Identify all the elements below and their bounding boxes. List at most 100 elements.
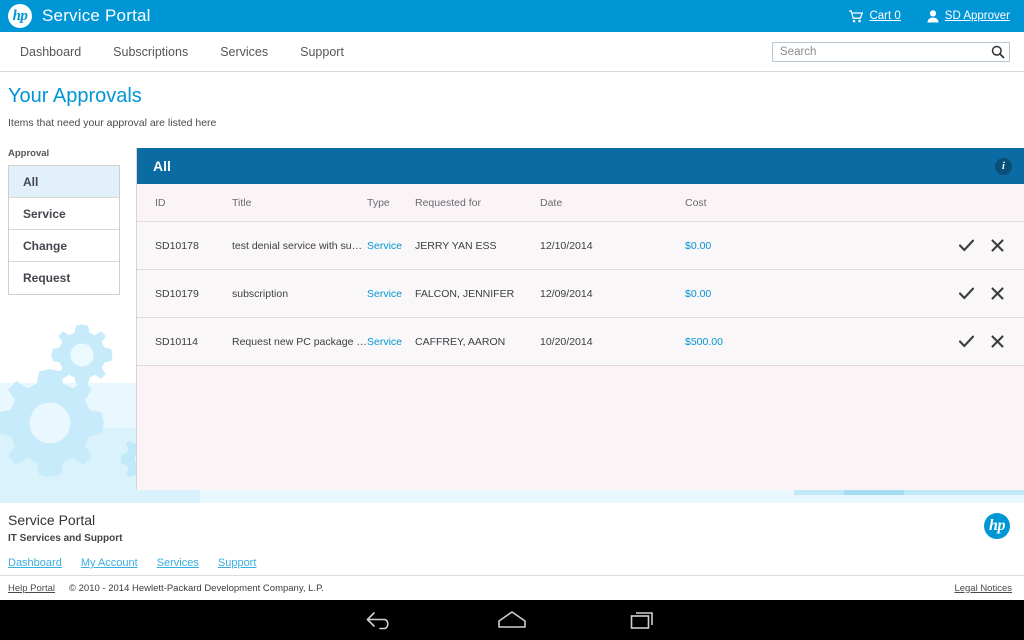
cell-requested-for: FALCON, JENNIFER [415, 269, 540, 318]
cell-id: SD10178 [137, 221, 232, 270]
type-link[interactable]: Service [367, 288, 402, 300]
search-icon[interactable] [991, 45, 1005, 59]
approvals-table: ID Title Type Requested for Date Cost SD… [137, 184, 1024, 366]
sidebar-label: Approval [8, 148, 50, 159]
check-icon[interactable] [959, 335, 975, 348]
approvals-panel: All i ID Title Type Requested for Date C… [136, 148, 1024, 490]
table-row[interactable]: SD10179 subscription Service FALCON, JEN… [137, 269, 1024, 318]
approval-sidebar: Approval All Service Change Request [8, 148, 120, 295]
sidebar-item-all[interactable]: All [9, 166, 119, 198]
cell-type[interactable]: Service [367, 269, 415, 318]
footer-main: Service Portal IT Services and Support D… [0, 503, 1024, 575]
cell-actions [865, 221, 1024, 270]
cost-link[interactable]: $500.00 [685, 336, 723, 348]
user-icon [927, 9, 939, 22]
column-header-type[interactable]: Type [367, 184, 415, 222]
cell-cost[interactable]: $500.00 [685, 317, 865, 366]
help-portal-link[interactable]: Help Portal [8, 583, 55, 594]
legal-notices-link[interactable]: Legal Notices [954, 583, 1012, 594]
shopping-cart-icon [849, 9, 864, 22]
table-row[interactable]: SD10114 Request new PC package for... Se… [137, 317, 1024, 366]
close-icon[interactable] [991, 287, 1004, 300]
cart-label: Cart 0 [869, 10, 901, 22]
footer-link-services[interactable]: Services [157, 557, 199, 569]
sidebar-item-service[interactable]: Service [9, 198, 119, 230]
close-icon[interactable] [991, 239, 1004, 252]
table-row[interactable]: SD10178 test denial service with subs...… [137, 221, 1024, 270]
nav-item-support[interactable]: Support [284, 32, 360, 72]
copyright-text: © 2010 - 2014 Hewlett-Packard Developmen… [69, 582, 324, 594]
main-navigation: Dashboard Subscriptions Services Support [0, 32, 1024, 72]
footer-title: Service Portal [8, 512, 96, 528]
nav-item-services[interactable]: Services [204, 32, 284, 72]
sidebar-item-request[interactable]: Request [9, 262, 119, 294]
sidebar-item-change[interactable]: Change [9, 230, 119, 262]
cell-date: 12/10/2014 [540, 221, 685, 270]
brand-bar-right: Cart 0 SD Approver [849, 9, 1010, 23]
cell-id: SD10114 [137, 317, 232, 366]
recent-apps-icon[interactable] [629, 609, 659, 631]
table-body: SD10178 test denial service with subs...… [137, 221, 1024, 366]
column-header-date[interactable]: Date [540, 184, 685, 222]
cell-title[interactable]: test denial service with subs... [232, 221, 367, 270]
cell-actions [865, 269, 1024, 318]
cost-link[interactable]: $0.00 [685, 240, 711, 252]
table-header-row: ID Title Type Requested for Date Cost [137, 184, 1024, 222]
column-header-title[interactable]: Title [232, 184, 367, 222]
type-link[interactable]: Service [367, 240, 402, 252]
app-root: hp Service Portal Cart 0 SD Approver Das… [0, 0, 1024, 640]
cell-type[interactable]: Service [367, 317, 415, 366]
cell-actions [865, 317, 1024, 366]
cell-type[interactable]: Service [367, 221, 415, 270]
user-label: SD Approver [944, 10, 1010, 22]
column-header-cost[interactable]: Cost [685, 184, 865, 222]
search-input[interactable] [780, 45, 991, 58]
brand-bar: hp Service Portal Cart 0 SD Approver [0, 0, 1024, 32]
cell-date: 12/09/2014 [540, 269, 685, 318]
page-title: Your Approvals [8, 85, 142, 107]
footer-link-dashboard[interactable]: Dashboard [8, 557, 62, 569]
nav-item-dashboard[interactable]: Dashboard [4, 32, 97, 72]
page-footer: Service Portal IT Services and Support D… [0, 503, 1024, 600]
panel-header: All i [137, 148, 1024, 184]
footer-link-my-account[interactable]: My Account [81, 557, 138, 569]
type-link[interactable]: Service [367, 336, 402, 348]
hp-logo-footer-text: hp [989, 517, 1005, 534]
sidebar-list: All Service Change Request [8, 165, 120, 295]
nav-item-subscriptions[interactable]: Subscriptions [97, 32, 204, 72]
cell-id: SD10179 [137, 269, 232, 318]
page-subtitle: Items that need your approval are listed… [8, 117, 217, 129]
footer-subtitle: IT Services and Support [8, 533, 123, 544]
cost-link[interactable]: $0.00 [685, 288, 711, 300]
cart-link[interactable]: Cart 0 [849, 9, 901, 23]
footer-links: Dashboard My Account Services Support [8, 557, 1012, 569]
cell-title[interactable]: subscription [232, 269, 367, 318]
cell-requested-for: JERRY YAN ESS [415, 221, 540, 270]
check-icon[interactable] [959, 239, 975, 252]
android-navigation-bar [0, 600, 1024, 640]
footer-link-support[interactable]: Support [218, 557, 257, 569]
cell-title[interactable]: Request new PC package for... [232, 317, 367, 366]
hp-logo-icon: hp [8, 4, 32, 28]
user-link[interactable]: SD Approver [927, 9, 1010, 23]
hp-logo-text: hp [12, 7, 28, 24]
back-arrow-icon[interactable] [365, 609, 395, 631]
cell-cost[interactable]: $0.00 [685, 221, 865, 270]
panel-title: All [153, 158, 171, 174]
info-icon[interactable]: i [995, 157, 1012, 175]
gear-decoration-medium [51, 324, 113, 386]
column-header-requested-for[interactable]: Requested for [415, 184, 540, 222]
check-icon[interactable] [959, 287, 975, 300]
hp-logo-footer-icon: hp [984, 513, 1010, 539]
page-header: Your Approvals Items that need your appr… [8, 85, 216, 129]
footer-legal-bar: Help Portal © 2010 - 2014 Hewlett-Packar… [0, 575, 1024, 600]
cell-cost[interactable]: $0.00 [685, 269, 865, 318]
column-header-actions [865, 184, 1024, 222]
search-box[interactable] [772, 41, 1010, 62]
close-icon[interactable] [991, 335, 1004, 348]
cell-requested-for: CAFFREY, AARON [415, 317, 540, 366]
brand-title: Service Portal [42, 6, 151, 25]
home-icon[interactable] [495, 609, 529, 631]
table-head: ID Title Type Requested for Date Cost [137, 184, 1024, 222]
column-header-id[interactable]: ID [137, 184, 232, 222]
